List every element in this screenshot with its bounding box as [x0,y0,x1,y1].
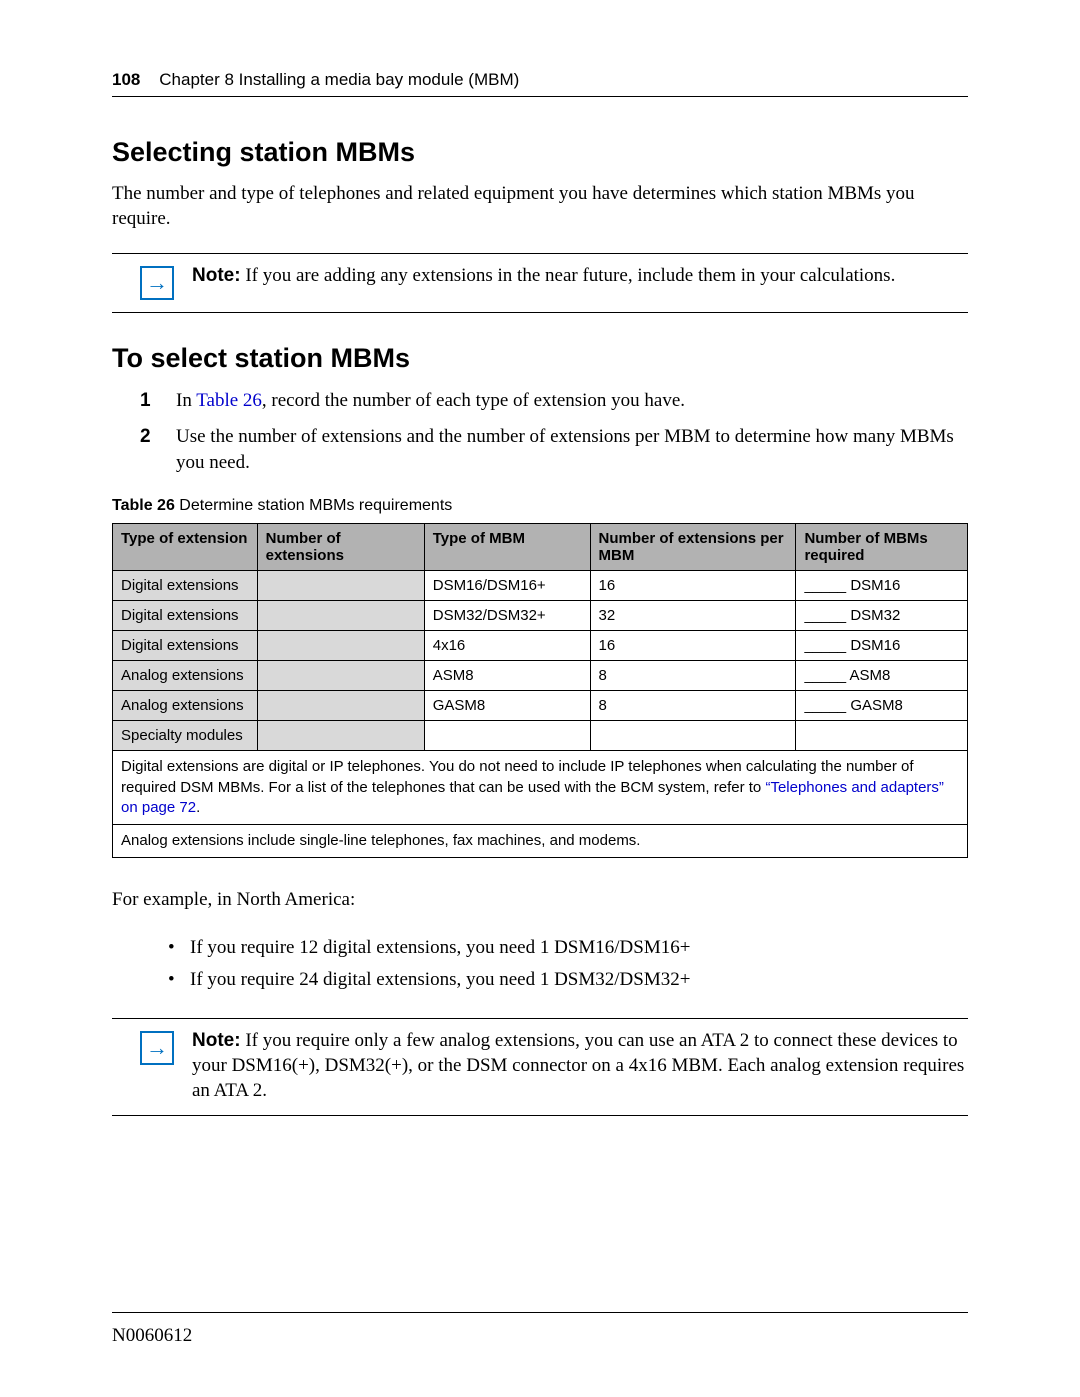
step-number: 1 [140,388,158,414]
step-number: 2 [140,424,158,475]
table-row: Digital extensions4x1616_____ DSM16 [113,631,968,661]
note-1-text: Note: If you are adding any extensions i… [192,264,895,289]
table-footnote-row: Analog extensions include single-line te… [113,825,968,858]
table-row: Analog extensionsGASM88_____ GASM8 [113,691,968,721]
arrow-right-icon: → [140,266,174,300]
table-row: Digital extensionsDSM16/DSM16+16_____ DS… [113,571,968,601]
note-block-2: → Note: If you require only a few analog… [112,1018,968,1116]
note-2-text: Note: If you require only a few analog e… [192,1029,968,1103]
table-caption-text: Determine station MBMs requirements [175,497,452,514]
example-intro: For example, in North America: [112,888,968,913]
col-extensions-per-mbm: Number of extensions per MBM [590,524,796,571]
step-2-text: Use the number of extensions and the num… [176,424,968,475]
table-row: Specialty modules [113,721,968,751]
table-body: Digital extensionsDSM16/DSM16+16_____ DS… [113,571,968,858]
col-number-of-extensions: Number of extensions [257,524,424,571]
chapter-title [145,70,159,89]
table-row: Digital extensionsDSM32/DSM32+32_____ DS… [113,601,968,631]
note-2-body: If you require only a few analog extensi… [192,1030,964,1100]
bullet-list: If you require 12 digital extensions, yo… [168,935,968,992]
running-header: 108 Chapter 8 Installing a media bay mod… [112,70,968,97]
list-item: If you require 12 digital extensions, yo… [168,935,968,961]
step-1-text: In Table 26, record the number of each t… [176,388,685,414]
table-footnote-row: Digital extensions are digital or IP tel… [113,751,968,825]
col-type-of-extension: Type of extension [113,524,258,571]
document-id: N0060612 [112,1312,968,1347]
note-label: Note: [192,265,241,286]
table-row: Analog extensionsASM88_____ ASM8 [113,661,968,691]
arrow-right-icon: → [140,1031,174,1065]
table-caption: Table 26 Determine station MBMs requirem… [112,497,968,515]
step-list: 1 In Table 26, record the number of each… [140,388,968,475]
step-1: 1 In Table 26, record the number of each… [140,388,968,414]
footnote-2: Analog extensions include single-line te… [113,825,968,858]
col-type-of-mbm: Type of MBM [424,524,590,571]
heading-to-select-station-mbms: To select station MBMs [112,343,968,374]
table-caption-label: Table 26 [112,497,175,514]
heading-selecting-station-mbms: Selecting station MBMs [112,137,968,168]
note-block-1: → Note: If you are adding any extensions… [112,253,968,313]
list-item: If you require 24 digital extensions, yo… [168,967,968,993]
page-number: 108 [112,70,140,89]
footnote-1: Digital extensions are digital or IP tel… [113,751,968,825]
link-table-26[interactable]: Table 26 [196,390,262,411]
step-2: 2 Use the number of extensions and the n… [140,424,968,475]
chapter-text: Chapter 8 Installing a media bay module … [159,70,519,89]
table-station-mbms: Type of extension Number of extensions T… [112,523,968,858]
page: 108 Chapter 8 Installing a media bay mod… [0,0,1080,1397]
intro-paragraph: The number and type of telephones and re… [112,182,968,231]
table-header-row: Type of extension Number of extensions T… [113,524,968,571]
note-label: Note: [192,1030,241,1051]
note-1-body: If you are adding any extensions in the … [241,265,896,286]
col-mbms-required: Number of MBMs required [796,524,968,571]
